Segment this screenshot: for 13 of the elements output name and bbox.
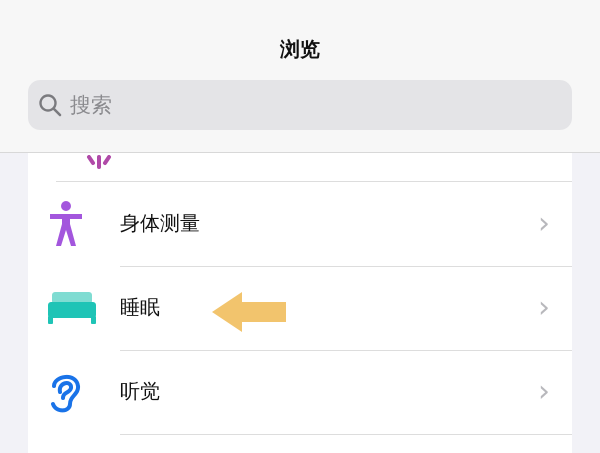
category-label: 听觉: [120, 378, 161, 405]
category-row[interactable]: 听觉 ›: [28, 350, 572, 434]
chevron-icon: ›: [538, 208, 550, 238]
person-figure-icon: [48, 200, 84, 248]
category-label: 睡眠: [120, 294, 161, 321]
page-title: 浏览: [280, 36, 320, 63]
category-row[interactable]: 身体测量 ›: [28, 182, 572, 266]
category-label: 身体测量: [120, 210, 201, 237]
chevron-icon: ›: [538, 376, 550, 406]
bed-icon: [48, 292, 96, 324]
category-row[interactable]: 睡眠 ›: [28, 266, 572, 350]
chevron-icon: ›: [538, 292, 550, 322]
search-field[interactable]: 搜索: [28, 80, 572, 130]
